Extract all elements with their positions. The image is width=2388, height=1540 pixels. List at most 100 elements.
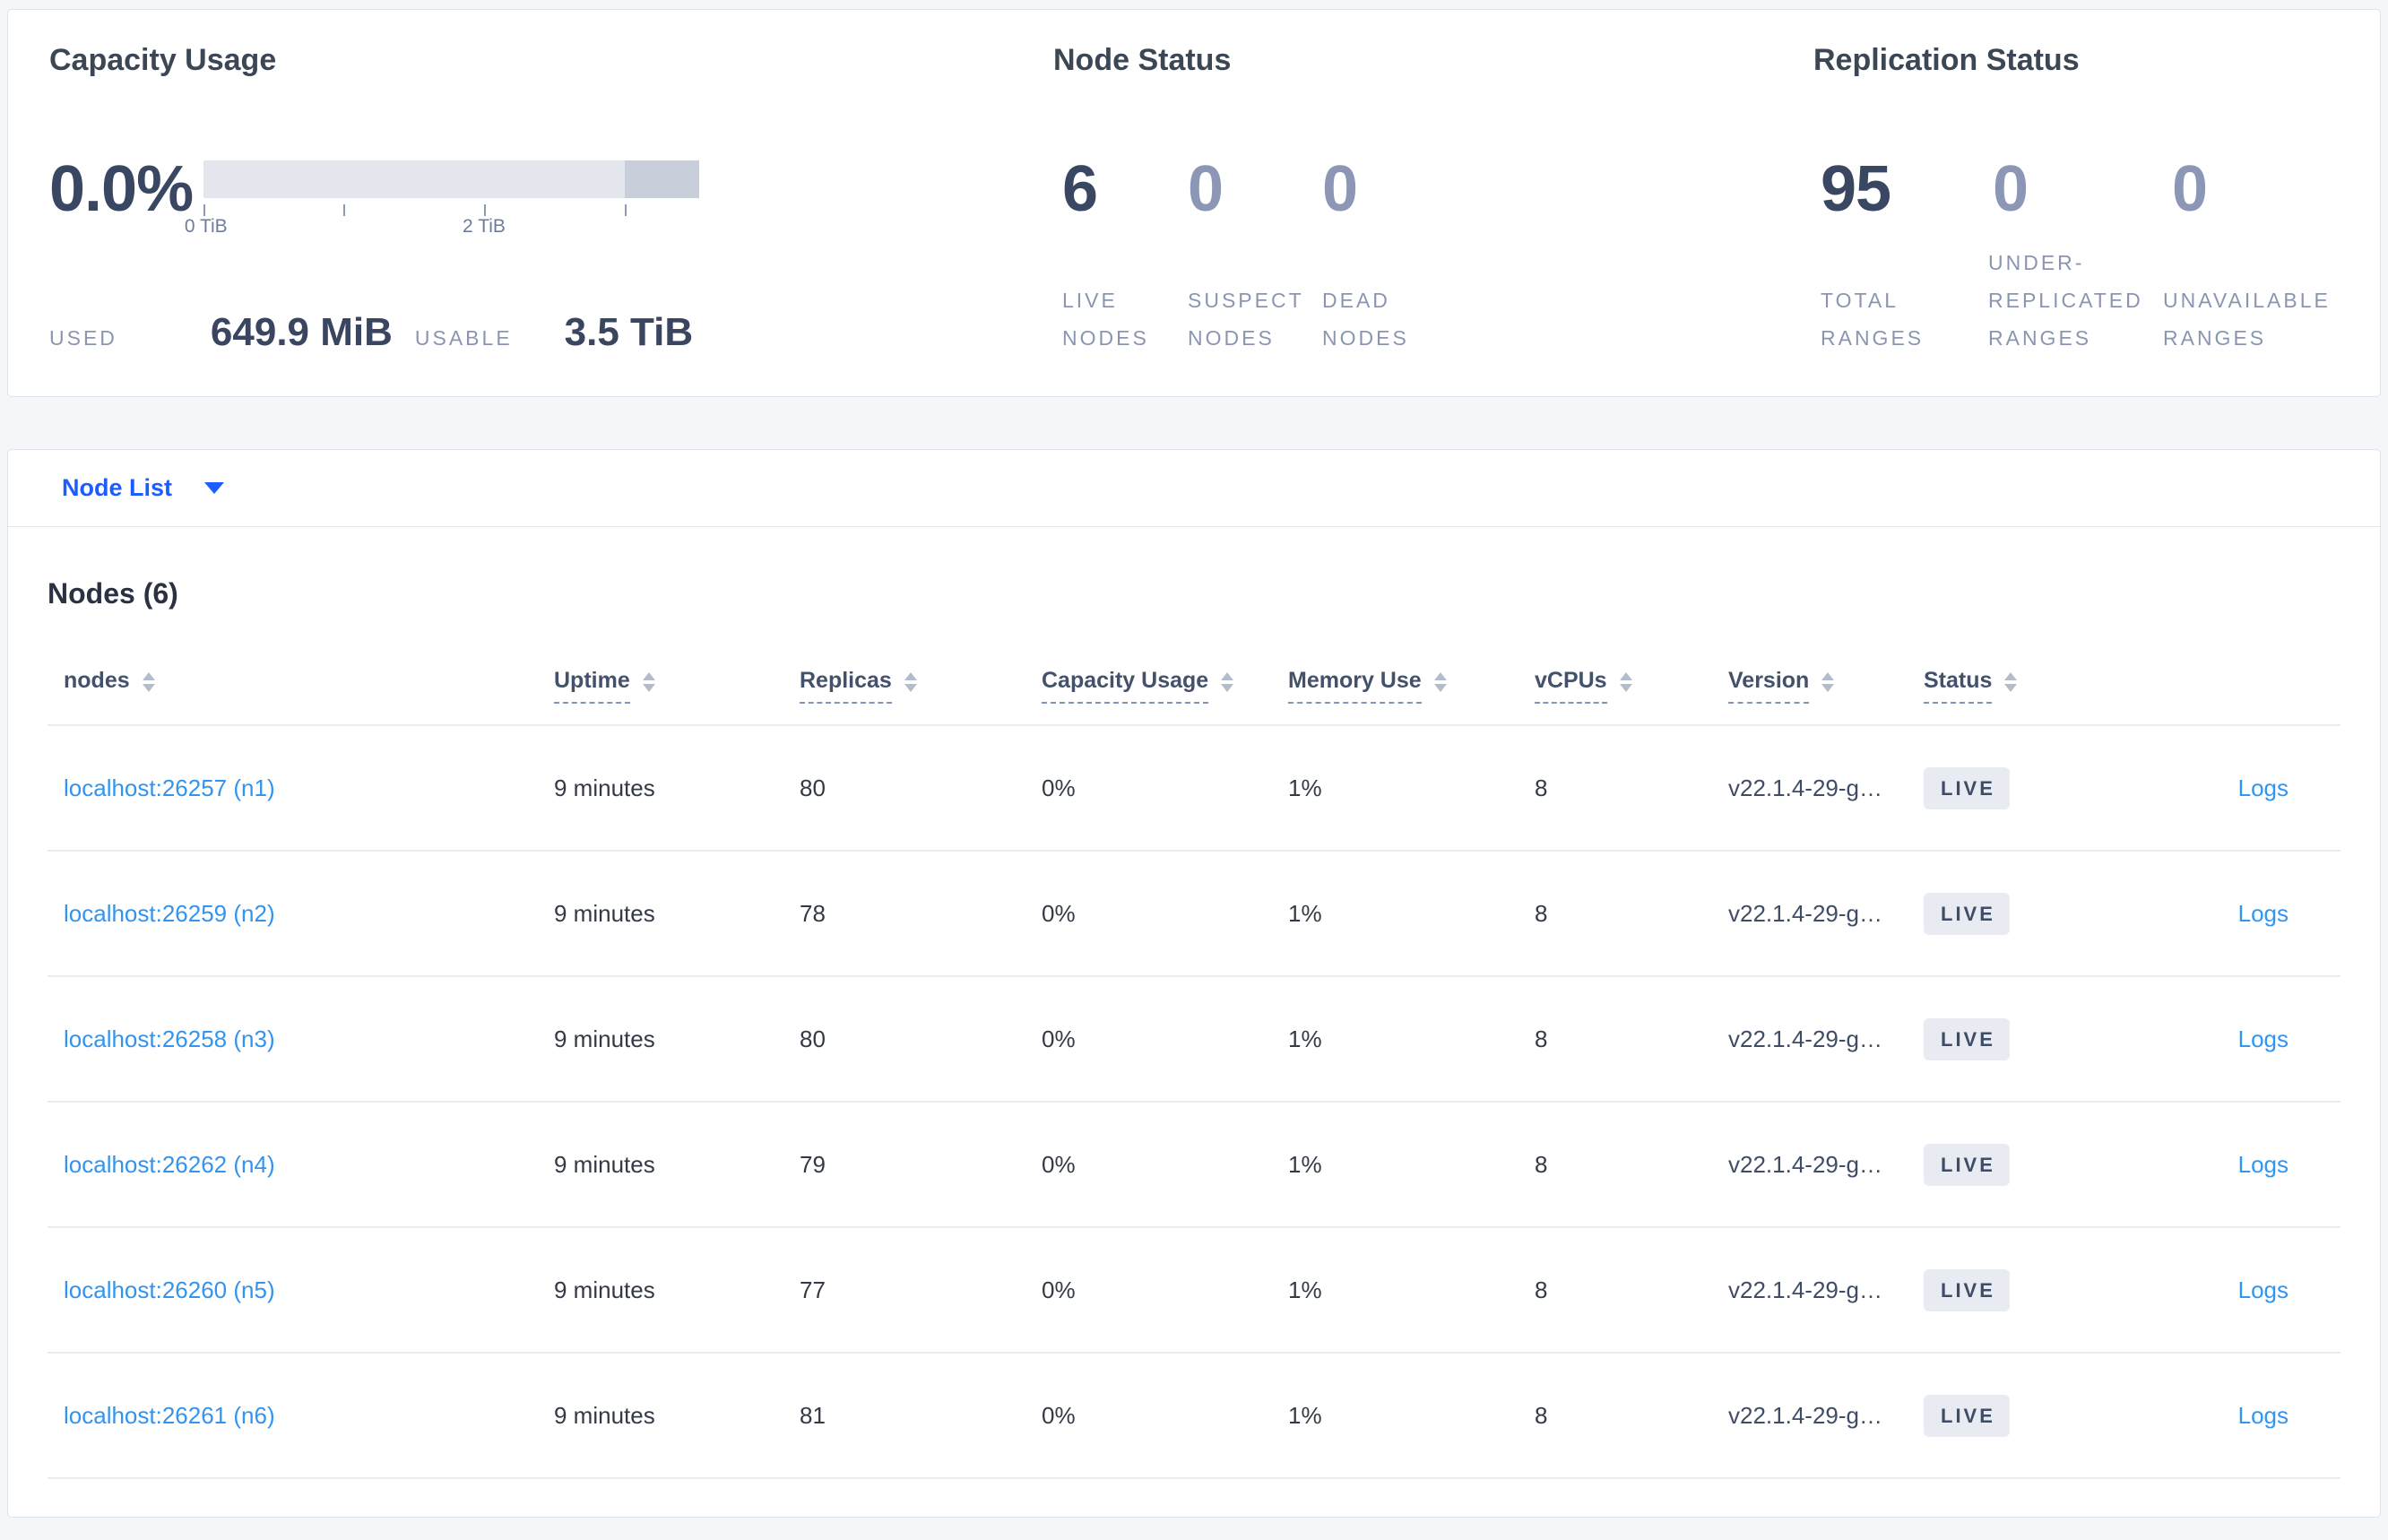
table-row: localhost:26258 (n3) 9 minutes 80 0% 1% … xyxy=(48,977,2340,1103)
sort-icon[interactable] xyxy=(1821,671,1835,692)
sort-icon[interactable] xyxy=(904,671,917,692)
replicas-cell: 80 xyxy=(800,1025,826,1052)
memory-cell: 1% xyxy=(1288,1150,1322,1178)
table-footer-spacer xyxy=(48,1479,2340,1517)
replicas-cell: 78 xyxy=(800,899,826,927)
vcpus-cell: 8 xyxy=(1535,1150,1548,1178)
logs-link[interactable]: Logs xyxy=(2238,1402,2288,1429)
vcpus-cell: 8 xyxy=(1535,1276,1548,1303)
uptime-cell: 9 minutes xyxy=(554,774,655,801)
version-cell: v22.1.4-29-g… xyxy=(1728,1025,1882,1052)
capacity-used-percent: 0.0% xyxy=(49,153,194,225)
column-header-version[interactable]: Version xyxy=(1728,668,1924,704)
column-header-replicas[interactable]: Replicas xyxy=(800,668,1042,704)
status-badge: LIVE xyxy=(1924,892,2010,935)
logs-link[interactable]: Logs xyxy=(2238,1276,2288,1303)
replicas-cell: 81 xyxy=(800,1401,826,1429)
vcpus-cell: 8 xyxy=(1535,1401,1548,1429)
replication-status-title: Replication Status xyxy=(1813,43,2080,77)
node-link[interactable]: localhost:26260 (n5) xyxy=(64,1276,275,1303)
node-link[interactable]: localhost:26261 (n6) xyxy=(64,1402,275,1429)
dead-nodes-label: DEAD NODES xyxy=(1322,289,1409,350)
version-cell: v22.1.4-29-g… xyxy=(1728,1401,1882,1429)
capacity-used-usable-row: USED 649.9 MiB USABLE 3.5 TiB xyxy=(49,310,1053,357)
chevron-down-icon[interactable] xyxy=(204,482,225,494)
table-row: localhost:26261 (n6) 9 minutes 81 0% 1% … xyxy=(48,1354,2340,1479)
replicas-cell: 80 xyxy=(800,774,826,801)
node-link[interactable]: localhost:26262 (n4) xyxy=(64,1151,275,1178)
node-link[interactable]: localhost:26257 (n1) xyxy=(64,774,275,801)
nodes-table: nodes Uptime Replicas Capacity Usage Mem… xyxy=(48,647,2340,1517)
capacity-usage-title: Capacity Usage xyxy=(49,43,277,77)
logs-link[interactable]: Logs xyxy=(2238,774,2288,801)
replication-status-section: Replication Status 95 0 0 TOTAL RANGES U… xyxy=(1813,40,2380,357)
column-header-uptime[interactable]: Uptime xyxy=(554,668,800,704)
dead-nodes-count: 0 xyxy=(1322,153,1358,225)
nodes-table-header: nodes Uptime Replicas Capacity Usage Mem… xyxy=(48,647,2340,726)
node-link[interactable]: localhost:26258 (n3) xyxy=(64,1025,275,1052)
column-header-status[interactable]: Status xyxy=(1924,668,2130,704)
status-badge: LIVE xyxy=(1924,1017,2010,1060)
total-ranges-count: 95 xyxy=(1821,153,1891,225)
cluster-overview-panel: Capacity Usage 0.0% 0 TiB 2 TiB USED 649… xyxy=(7,9,2381,397)
version-cell: v22.1.4-29-g… xyxy=(1728,1150,1882,1178)
capacity-gauge-dark-segment xyxy=(625,160,699,198)
status-badge: LIVE xyxy=(1924,1143,2010,1186)
capacity-gauge-track xyxy=(203,160,699,198)
status-badge: LIVE xyxy=(1924,1268,2010,1311)
uptime-cell: 9 minutes xyxy=(554,1150,655,1178)
capacity-cell: 0% xyxy=(1042,1401,1076,1429)
table-row: localhost:26257 (n1) 9 minutes 80 0% 1% … xyxy=(48,726,2340,852)
capacity-gauge-ticks xyxy=(203,198,699,216)
nodes-heading: Nodes (6) xyxy=(48,577,178,610)
sort-icon[interactable] xyxy=(1619,671,1632,692)
node-status-title: Node Status xyxy=(1053,43,1232,77)
suspect-nodes-count: 0 xyxy=(1188,153,1224,225)
under-replicated-ranges-count: 0 xyxy=(1993,153,2029,225)
capacity-gauge: 0 TiB 2 TiB xyxy=(185,160,699,239)
unavailable-ranges-label: UNAVAILABLE RANGES xyxy=(2163,289,2331,350)
uptime-cell: 9 minutes xyxy=(554,1025,655,1052)
capacity-cell: 0% xyxy=(1042,1025,1076,1052)
live-nodes-label: LIVE NODES xyxy=(1062,289,1149,350)
column-header-memory-use[interactable]: Memory Use xyxy=(1288,668,1535,704)
vcpus-cell: 8 xyxy=(1535,1025,1548,1052)
node-list-card: Node List Nodes (6) nodes Uptime Replica… xyxy=(7,449,2381,1518)
capacity-cell: 0% xyxy=(1042,899,1076,927)
sort-icon[interactable] xyxy=(142,671,155,692)
capacity-cell: 0% xyxy=(1042,774,1076,801)
memory-cell: 1% xyxy=(1288,1401,1322,1429)
table-row: localhost:26262 (n4) 9 minutes 79 0% 1% … xyxy=(48,1103,2340,1228)
version-cell: v22.1.4-29-g… xyxy=(1728,899,1882,927)
table-row: localhost:26259 (n2) 9 minutes 78 0% 1% … xyxy=(48,852,2340,977)
nodes-section: Nodes (6) nodes Uptime Replicas Capacity… xyxy=(8,527,2380,1517)
view-selector-dropdown[interactable]: Node List xyxy=(62,474,172,502)
uptime-cell: 9 minutes xyxy=(554,899,655,927)
sort-icon[interactable] xyxy=(2004,671,2018,692)
used-value: 649.9 MiB xyxy=(210,310,393,354)
column-header-capacity-usage[interactable]: Capacity Usage xyxy=(1042,668,1288,704)
vcpus-cell: 8 xyxy=(1535,899,1548,927)
memory-cell: 1% xyxy=(1288,774,1322,801)
under-replicated-ranges-label: UNDER-REPLICATED RANGES xyxy=(1988,251,2143,350)
logs-link[interactable]: Logs xyxy=(2238,900,2288,927)
sort-icon[interactable] xyxy=(642,671,655,692)
logs-link[interactable]: Logs xyxy=(2238,1151,2288,1178)
column-header-vcpus[interactable]: vCPUs xyxy=(1535,668,1728,704)
sort-icon[interactable] xyxy=(1433,671,1447,692)
status-badge: LIVE xyxy=(1924,1394,2010,1437)
vcpus-cell: 8 xyxy=(1535,774,1548,801)
view-selector-bar: Node List xyxy=(8,450,2380,527)
node-status-section: Node Status 6 0 0 LIVE NODES SUSPECT NOD… xyxy=(1053,40,1813,357)
capacity-cell: 0% xyxy=(1042,1150,1076,1178)
node-link[interactable]: localhost:26259 (n2) xyxy=(64,900,275,927)
used-label: USED xyxy=(49,326,117,350)
replicas-cell: 79 xyxy=(800,1150,826,1178)
logs-link[interactable]: Logs xyxy=(2238,1025,2288,1052)
table-row: localhost:26260 (n5) 9 minutes 77 0% 1% … xyxy=(48,1228,2340,1354)
version-cell: v22.1.4-29-g… xyxy=(1728,774,1882,801)
replicas-cell: 77 xyxy=(800,1276,826,1303)
live-nodes-count: 6 xyxy=(1062,153,1098,225)
column-header-nodes[interactable]: nodes xyxy=(48,668,554,704)
sort-icon[interactable] xyxy=(1221,671,1234,692)
